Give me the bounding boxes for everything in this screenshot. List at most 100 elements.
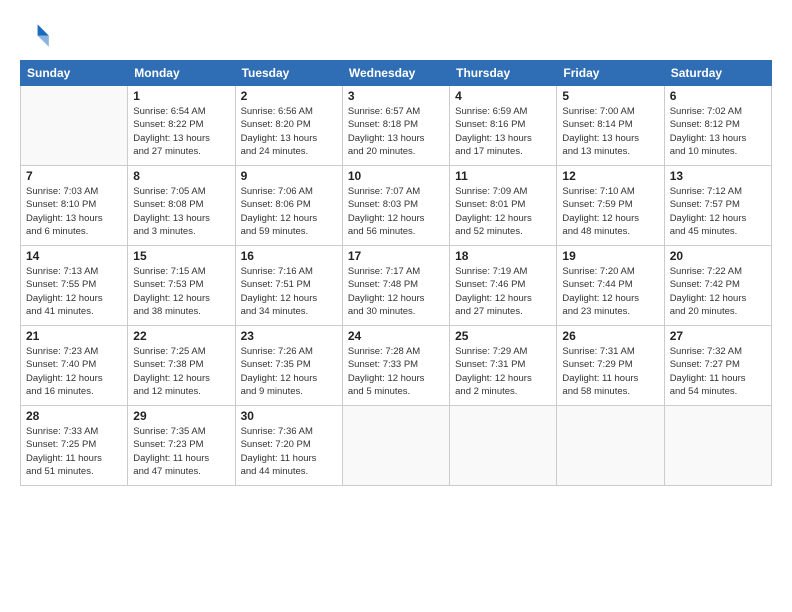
day-info: Sunrise: 7:12 AM Sunset: 7:57 PM Dayligh…: [670, 185, 766, 238]
calendar-week-row: 28 Sunrise: 7:33 AM Sunset: 7:25 PM Dayli…: [21, 406, 772, 486]
calendar-cell: 14 Sunrise: 7:13 AM Sunset: 7:55 PM Dayli…: [21, 246, 128, 326]
weekday-header: Sunday: [21, 61, 128, 86]
calendar-table: SundayMondayTuesdayWednesdayThursdayFrid…: [20, 60, 772, 486]
day-number: 20: [670, 249, 766, 263]
day-info: Sunrise: 6:59 AM Sunset: 8:16 PM Dayligh…: [455, 105, 551, 158]
day-number: 9: [241, 169, 337, 183]
day-number: 15: [133, 249, 229, 263]
weekday-header: Tuesday: [235, 61, 342, 86]
day-info: Sunrise: 7:06 AM Sunset: 8:06 PM Dayligh…: [241, 185, 337, 238]
calendar-cell: 13 Sunrise: 7:12 AM Sunset: 7:57 PM Dayli…: [664, 166, 771, 246]
calendar-cell: 8 Sunrise: 7:05 AM Sunset: 8:08 PM Daylig…: [128, 166, 235, 246]
calendar-week-row: 21 Sunrise: 7:23 AM Sunset: 7:40 PM Dayli…: [21, 326, 772, 406]
day-info: Sunrise: 6:54 AM Sunset: 8:22 PM Dayligh…: [133, 105, 229, 158]
calendar-cell: 2 Sunrise: 6:56 AM Sunset: 8:20 PM Daylig…: [235, 86, 342, 166]
day-number: 14: [26, 249, 122, 263]
day-number: 5: [562, 89, 658, 103]
calendar-cell: 20 Sunrise: 7:22 AM Sunset: 7:42 PM Dayli…: [664, 246, 771, 326]
calendar-cell: 3 Sunrise: 6:57 AM Sunset: 8:18 PM Daylig…: [342, 86, 449, 166]
day-number: 7: [26, 169, 122, 183]
calendar-cell: 25 Sunrise: 7:29 AM Sunset: 7:31 PM Dayli…: [450, 326, 557, 406]
calendar-cell: 21 Sunrise: 7:23 AM Sunset: 7:40 PM Dayli…: [21, 326, 128, 406]
day-number: 10: [348, 169, 444, 183]
day-info: Sunrise: 7:32 AM Sunset: 7:27 PM Dayligh…: [670, 345, 766, 398]
day-info: Sunrise: 7:16 AM Sunset: 7:51 PM Dayligh…: [241, 265, 337, 318]
calendar-cell: 15Sunrise: 7:15 AM Sunset: 7:53 PM Dayli…: [128, 246, 235, 326]
calendar-cell: 4 Sunrise: 6:59 AM Sunset: 8:16 PM Daylig…: [450, 86, 557, 166]
calendar-cell: 9 Sunrise: 7:06 AM Sunset: 8:06 PM Daylig…: [235, 166, 342, 246]
weekday-header: Thursday: [450, 61, 557, 86]
calendar-cell: 6 Sunrise: 7:02 AM Sunset: 8:12 PM Daylig…: [664, 86, 771, 166]
calendar-cell: 10 Sunrise: 7:07 AM Sunset: 8:03 PM Dayli…: [342, 166, 449, 246]
day-number: 4: [455, 89, 551, 103]
day-info: Sunrise: 7:17 AM Sunset: 7:48 PM Dayligh…: [348, 265, 444, 318]
calendar-cell: 5 Sunrise: 7:00 AM Sunset: 8:14 PM Daylig…: [557, 86, 664, 166]
calendar-cell: 29 Sunrise: 7:35 AM Sunset: 7:23 PM Dayli…: [128, 406, 235, 486]
calendar-cell: 24 Sunrise: 7:28 AM Sunset: 7:33 PM Dayli…: [342, 326, 449, 406]
day-number: 17: [348, 249, 444, 263]
day-number: 29: [133, 409, 229, 423]
calendar-cell: 1 Sunrise: 6:54 AM Sunset: 8:22 PM Daylig…: [128, 86, 235, 166]
day-info: Sunrise: 6:56 AM Sunset: 8:20 PM Dayligh…: [241, 105, 337, 158]
day-info: Sunrise: 7:05 AM Sunset: 8:08 PM Dayligh…: [133, 185, 229, 238]
calendar-cell: 28 Sunrise: 7:33 AM Sunset: 7:25 PM Dayli…: [21, 406, 128, 486]
calendar-cell: [342, 406, 449, 486]
day-info: Sunrise: 6:57 AM Sunset: 8:18 PM Dayligh…: [348, 105, 444, 158]
day-number: 30: [241, 409, 337, 423]
day-number: 21: [26, 329, 122, 343]
day-number: 13: [670, 169, 766, 183]
weekday-header: Saturday: [664, 61, 771, 86]
day-info: Sunrise: 7:22 AM Sunset: 7:42 PM Dayligh…: [670, 265, 766, 318]
weekday-header: Monday: [128, 61, 235, 86]
calendar-cell: [450, 406, 557, 486]
day-number: 2: [241, 89, 337, 103]
calendar-cell: 16 Sunrise: 7:16 AM Sunset: 7:51 PM Dayli…: [235, 246, 342, 326]
day-number: 18: [455, 249, 551, 263]
day-number: 23: [241, 329, 337, 343]
calendar-week-row: 1 Sunrise: 6:54 AM Sunset: 8:22 PM Daylig…: [21, 86, 772, 166]
day-info: Sunrise: 7:23 AM Sunset: 7:40 PM Dayligh…: [26, 345, 122, 398]
day-info: Sunrise: 7:28 AM Sunset: 7:33 PM Dayligh…: [348, 345, 444, 398]
day-number: 27: [670, 329, 766, 343]
day-number: 1: [133, 89, 229, 103]
weekday-header: Wednesday: [342, 61, 449, 86]
day-info: Sunrise: 7:00 AM Sunset: 8:14 PM Dayligh…: [562, 105, 658, 158]
day-number: 16: [241, 249, 337, 263]
calendar-cell: 18 Sunrise: 7:19 AM Sunset: 7:46 PM Dayli…: [450, 246, 557, 326]
calendar-cell: [664, 406, 771, 486]
day-number: 8: [133, 169, 229, 183]
day-number: 6: [670, 89, 766, 103]
logo-icon: [20, 18, 52, 50]
calendar-cell: 11Sunrise: 7:09 AM Sunset: 8:01 PM Dayli…: [450, 166, 557, 246]
day-info: Sunrise: 7:33 AM Sunset: 7:25 PM Dayligh…: [26, 425, 122, 478]
page: SundayMondayTuesdayWednesdayThursdayFrid…: [0, 0, 792, 612]
day-info: Sunrise: 7:07 AM Sunset: 8:03 PM Dayligh…: [348, 185, 444, 238]
day-info: Sunrise: 7:09 AM Sunset: 8:01 PM Dayligh…: [455, 185, 551, 238]
day-info: Sunrise: 7:35 AM Sunset: 7:23 PM Dayligh…: [133, 425, 229, 478]
day-number: 12: [562, 169, 658, 183]
day-number: 22: [133, 329, 229, 343]
header: [20, 18, 772, 50]
day-info: Sunrise: 7:02 AM Sunset: 8:12 PM Dayligh…: [670, 105, 766, 158]
day-info: Sunrise: 7:13 AM Sunset: 7:55 PM Dayligh…: [26, 265, 122, 318]
day-info: Sunrise: 7:31 AM Sunset: 7:29 PM Dayligh…: [562, 345, 658, 398]
day-info: Sunrise: 7:25 AM Sunset: 7:38 PM Dayligh…: [133, 345, 229, 398]
day-number: 19: [562, 249, 658, 263]
calendar-cell: 27 Sunrise: 7:32 AM Sunset: 7:27 PM Dayli…: [664, 326, 771, 406]
day-info: Sunrise: 7:26 AM Sunset: 7:35 PM Dayligh…: [241, 345, 337, 398]
day-number: 3: [348, 89, 444, 103]
day-info: Sunrise: 7:19 AM Sunset: 7:46 PM Dayligh…: [455, 265, 551, 318]
day-info: Sunrise: 7:29 AM Sunset: 7:31 PM Dayligh…: [455, 345, 551, 398]
calendar-week-row: 7 Sunrise: 7:03 AM Sunset: 8:10 PM Daylig…: [21, 166, 772, 246]
day-info: Sunrise: 7:03 AM Sunset: 8:10 PM Dayligh…: [26, 185, 122, 238]
calendar-cell: 26Sunrise: 7:31 AM Sunset: 7:29 PM Dayli…: [557, 326, 664, 406]
day-info: Sunrise: 7:20 AM Sunset: 7:44 PM Dayligh…: [562, 265, 658, 318]
day-number: 24: [348, 329, 444, 343]
day-number: 25: [455, 329, 551, 343]
calendar-cell: 19 Sunrise: 7:20 AM Sunset: 7:44 PM Dayli…: [557, 246, 664, 326]
calendar-cell: [557, 406, 664, 486]
calendar-cell: 17 Sunrise: 7:17 AM Sunset: 7:48 PM Dayli…: [342, 246, 449, 326]
day-number: 28: [26, 409, 122, 423]
calendar-cell: 12Sunrise: 7:10 AM Sunset: 7:59 PM Dayli…: [557, 166, 664, 246]
calendar-week-row: 14 Sunrise: 7:13 AM Sunset: 7:55 PM Dayli…: [21, 246, 772, 326]
